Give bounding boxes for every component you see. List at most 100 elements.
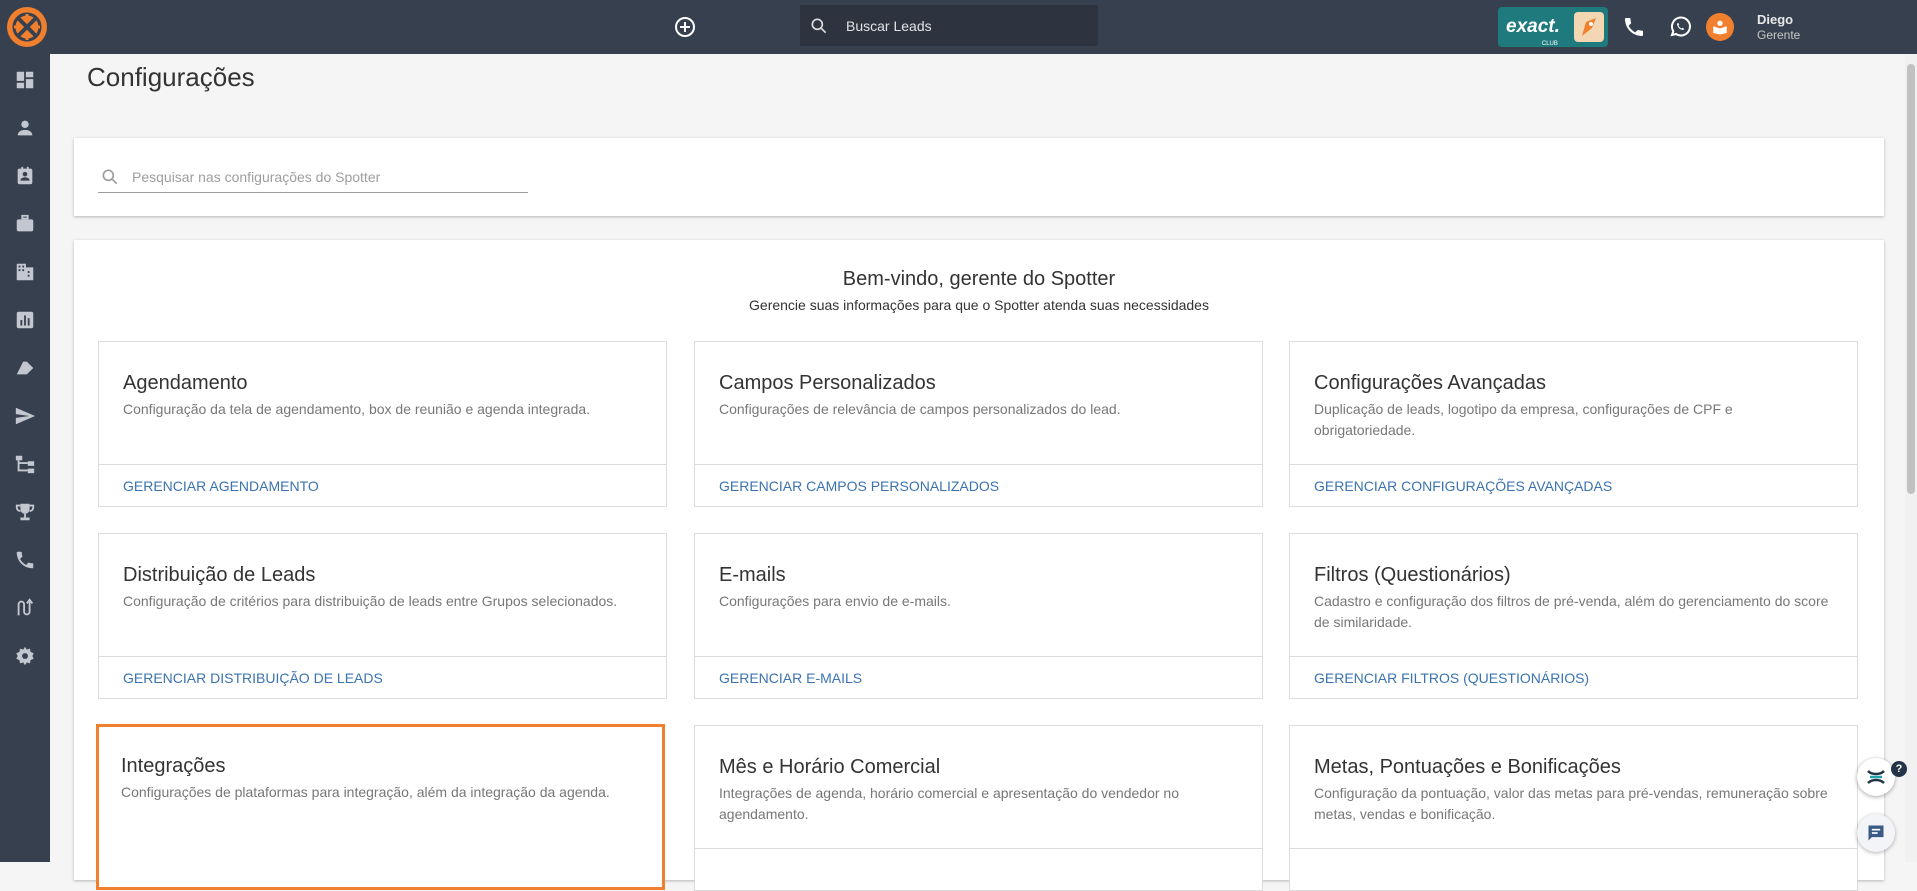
manage-configuracoes-avancadas-link[interactable]: GERENCIAR CONFIGURAÇÕES AVANÇADAS: [1314, 478, 1612, 494]
add-lead-button[interactable]: [673, 15, 697, 39]
tile-metas-pontuacoes-bonificacoes: Metas, Pontuações e Bonificações Configu…: [1289, 725, 1858, 891]
help-widget-button[interactable]: [1857, 758, 1895, 796]
tile-title: Agendamento: [123, 372, 248, 394]
tile-description: Configurações de plataformas para integr…: [121, 784, 610, 800]
app-logo[interactable]: [7, 7, 47, 47]
whatsapp-button[interactable]: [1668, 15, 1692, 39]
tile-title: Configurações Avançadas: [1314, 372, 1547, 394]
user-role: Gerente: [1757, 28, 1801, 42]
sidebar-item-cadence[interactable]: [13, 596, 37, 620]
rocket-icon: [1574, 12, 1604, 42]
tile-title: Mês e Horário Comercial: [719, 756, 941, 778]
avatar[interactable]: [1706, 13, 1734, 41]
phone-icon: [16, 551, 34, 569]
settings-search-card: [74, 138, 1884, 216]
tile-title: Metas, Pontuações e Bonificações: [1314, 756, 1621, 778]
contacts-icon: [17, 166, 33, 185]
phone-button[interactable]: [1622, 15, 1646, 39]
tile-description: Configuração de critérios para distribui…: [123, 593, 618, 609]
manage-distribuicao-de-leads-link[interactable]: GERENCIAR DISTRIBUIÇÃO DE LEADS: [123, 670, 383, 686]
book-user-icon: [1713, 20, 1727, 35]
hierarchy-icon: [15, 455, 35, 474]
help-badge[interactable]: ?: [1891, 761, 1907, 777]
sidebar-item-deals[interactable]: [13, 212, 37, 236]
page-title: Configurações: [87, 62, 255, 92]
club-label: CLUB: [1541, 41, 1558, 47]
chat-button[interactable]: [1857, 814, 1895, 852]
tile-campos-personalizados: Campos Personalizados Configurações de r…: [694, 341, 1263, 507]
sidebar-item-companies[interactable]: [13, 260, 37, 284]
tile-title: Filtros (Questionários): [1314, 564, 1511, 586]
sidebar-item-contacts[interactable]: [13, 164, 37, 188]
sidebar-item-reports[interactable]: [13, 308, 37, 332]
lead-search-box[interactable]: [800, 5, 1098, 46]
welcome-title: Bem-vindo, gerente do Spotter: [842, 268, 1116, 290]
tile-title: Campos Personalizados: [719, 372, 936, 394]
exact-club-badge[interactable]: exact. CLUB: [1498, 7, 1608, 47]
sidebar-item-person[interactable]: [13, 116, 37, 140]
briefcase-icon: [16, 214, 34, 232]
tile-title: Integrações: [121, 755, 226, 777]
help-widget-icon: [1867, 770, 1885, 784]
exact-logo-icon: [12, 12, 42, 42]
trophy-icon: [15, 503, 35, 521]
person-icon: [17, 120, 33, 136]
tile-filtros-questionarios: Filtros (Questionários) Cadastro e confi…: [1289, 533, 1858, 699]
phone-icon: [1625, 18, 1643, 36]
tile-configuracoes-avancadas: Configurações Avançadas Duplicação de le…: [1289, 341, 1858, 507]
sidebar-item-ranking[interactable]: [13, 500, 37, 524]
lead-search-input[interactable]: [844, 16, 1078, 35]
tile-description: Duplicação de leads, logotipo da empresa…: [1314, 401, 1733, 438]
user-name[interactable]: Diego: [1757, 12, 1793, 27]
tile-e-mails: E-mails Configurações para envio de e-ma…: [694, 533, 1263, 699]
send-icon: [15, 407, 36, 425]
page-scrollbar[interactable]: [1905, 54, 1917, 862]
tile-description: Cadastro e configuração dos filtros de p…: [1314, 593, 1829, 630]
sidebar-item-send[interactable]: [13, 404, 37, 428]
tile-footer: GERENCIAR FILTROS (QUESTIONÁRIOS): [1290, 656, 1857, 698]
settings-search-box[interactable]: [98, 162, 528, 193]
manage-filtros-questionarios-link[interactable]: GERENCIAR FILTROS (QUESTIONÁRIOS): [1314, 670, 1589, 686]
tile-agendamento: Agendamento Configuração da tela de agen…: [98, 341, 667, 507]
tile-title: E-mails: [719, 564, 786, 586]
route-icon: [17, 598, 34, 616]
sidebar-item-settings[interactable]: [13, 644, 37, 668]
tag-icon: [16, 361, 34, 375]
sidebar-item-hierarchy[interactable]: [13, 452, 37, 476]
settings-search-input[interactable]: [130, 168, 524, 186]
bar-chart-icon: [16, 311, 34, 329]
exact-club-text: exact. CLUB: [1506, 16, 1560, 47]
welcome-subtitle: Gerencie suas informações para que o Spo…: [749, 297, 1209, 313]
tile-description: Configurações para envio de e-mails.: [719, 593, 951, 609]
tile-integracoes[interactable]: Integrações Configurações de plataformas…: [96, 724, 665, 890]
chat-icon: [1868, 825, 1884, 841]
add-circle-icon: [675, 17, 695, 37]
tile-mes-e-horario-comercial: Mês e Horário Comercial Integrações de a…: [694, 725, 1263, 891]
search-icon: [102, 169, 118, 185]
top-bar: exact. CLUB Diego Gerente: [0, 0, 1917, 54]
sidebar-item-calls[interactable]: [13, 548, 37, 572]
tile-description: Configuração da tela de agendamento, box…: [123, 401, 591, 417]
sidebar-item-dashboard[interactable]: [13, 68, 37, 92]
manage-agendamento-link[interactable]: GERENCIAR AGENDAMENTO: [123, 478, 319, 494]
sidebar-item-tags[interactable]: [13, 356, 37, 380]
search-icon: [811, 18, 827, 33]
building-icon: [16, 263, 34, 281]
tile-footer: GERENCIAR CAMPOS PERSONALIZADOS: [695, 464, 1262, 506]
tile-footer: GERENCIAR E-MAILS: [695, 656, 1262, 698]
tile-footer: [695, 848, 1262, 890]
tile-footer: GERENCIAR AGENDAMENTO: [99, 464, 666, 506]
exact-brand-label: exact.: [1506, 16, 1560, 37]
tile-footer: GERENCIAR CONFIGURAÇÕES AVANÇADAS: [1290, 464, 1857, 506]
tile-description: Configurações de relevância de campos pe…: [719, 401, 1121, 417]
dashboard-icon: [16, 71, 34, 89]
sidebar: [0, 54, 50, 862]
scrollbar-thumb[interactable]: [1907, 64, 1915, 494]
tile-footer: [1290, 848, 1857, 890]
manage-campos-personalizados-link[interactable]: GERENCIAR CAMPOS PERSONALIZADOS: [719, 478, 999, 494]
tile-distribuicao-de-leads: Distribuição de Leads Configuração de cr…: [98, 533, 667, 699]
whatsapp-icon: [1670, 16, 1691, 37]
tile-description: Configuração da pontuação, valor das met…: [1314, 785, 1828, 822]
manage-e-mails-link[interactable]: GERENCIAR E-MAILS: [719, 670, 862, 686]
tile-title: Distribuição de Leads: [123, 564, 316, 586]
